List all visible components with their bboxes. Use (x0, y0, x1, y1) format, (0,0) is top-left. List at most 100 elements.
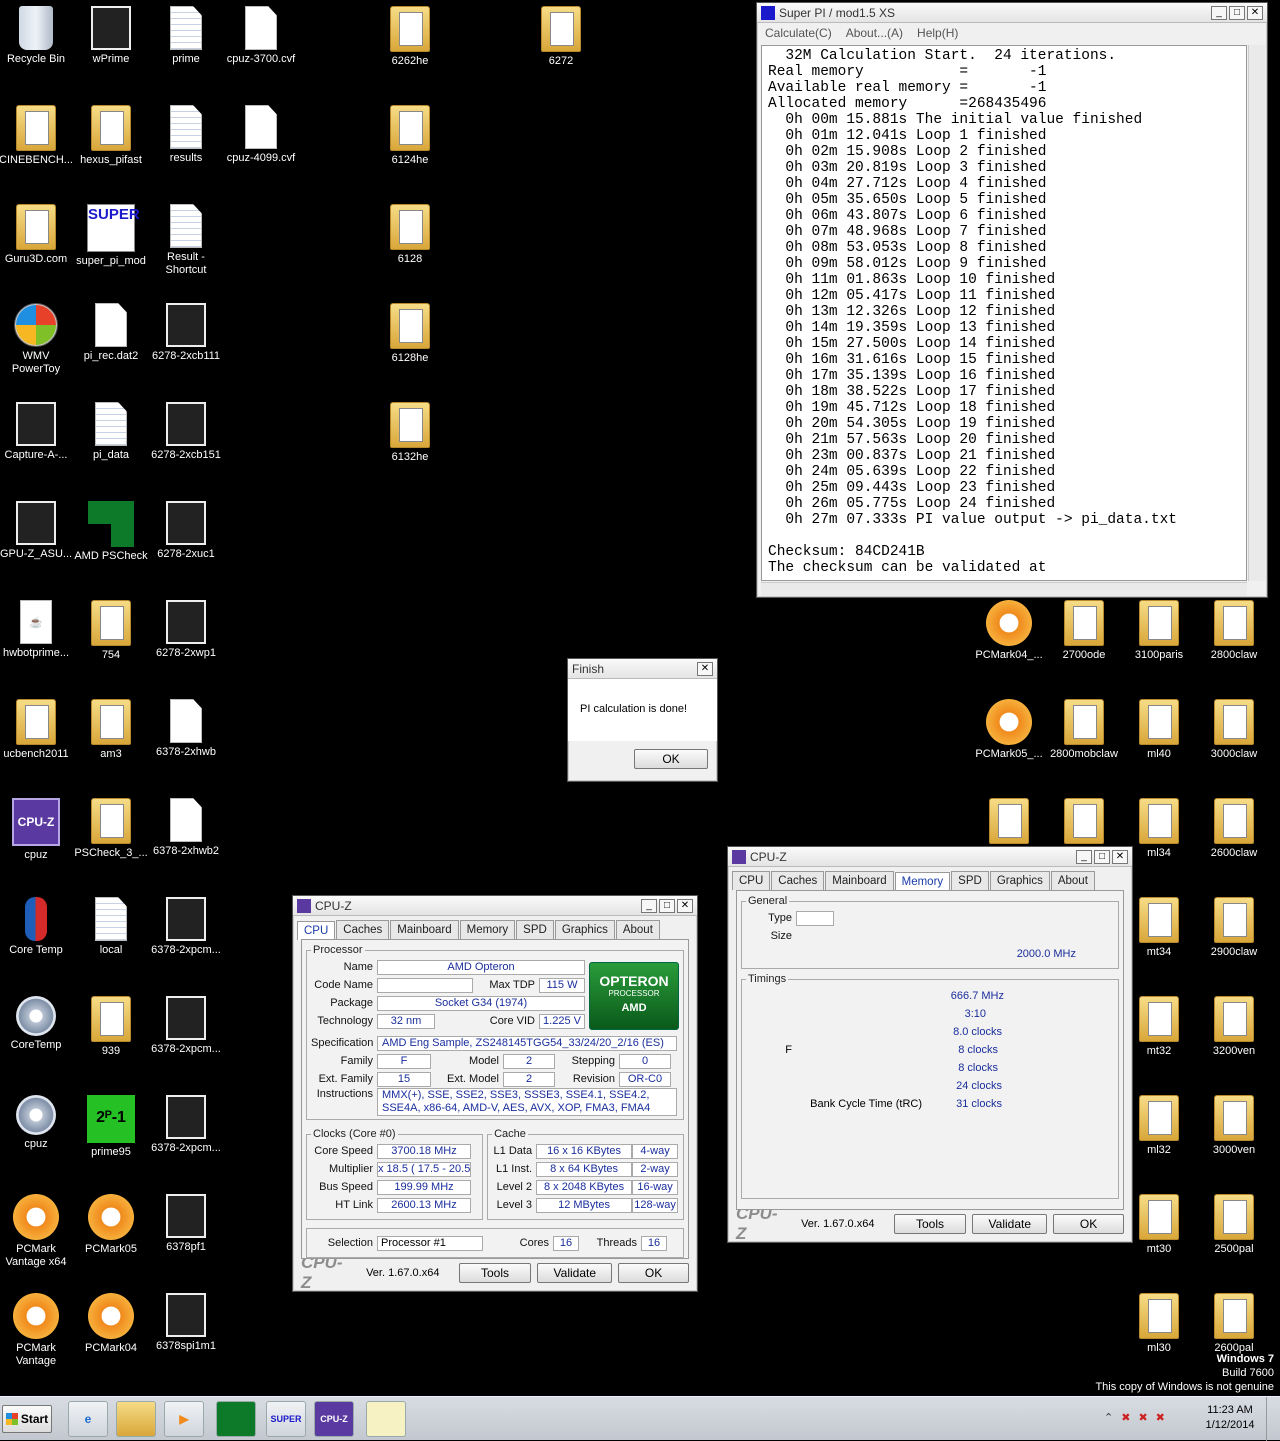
close-icon[interactable]: ✕ (677, 898, 693, 913)
desktop-icon[interactable]: 6278-2xwp1 (148, 594, 224, 660)
desktop-icon[interactable]: Core Temp (0, 891, 74, 957)
tab-graphics[interactable]: Graphics (989, 871, 1050, 890)
show-desktop-button[interactable] (1266, 1397, 1280, 1441)
network-icon[interactable]: ✖ (1138, 1411, 1147, 1424)
volume-icon[interactable]: ✖ (1156, 1411, 1165, 1424)
cpuz-icon[interactable]: CPU-Z (314, 1401, 354, 1437)
superpi-window[interactable]: Super PI / mod1.5 XS _ □ ✕ Calculate(C) Ab… (756, 2, 1268, 598)
desktop-icon[interactable]: PCMark Vantage x64 (0, 1188, 74, 1269)
desktop-icon[interactable]: 6378pf1 (148, 1188, 224, 1254)
desktop-icon[interactable]: ml30 (1121, 1287, 1197, 1355)
desktop-icon[interactable]: PCMark04 (73, 1287, 149, 1355)
desktop-icon[interactable]: am3 (73, 693, 149, 761)
close-icon[interactable]: ✕ (1247, 5, 1263, 20)
tab-cpu[interactable]: CPU (732, 871, 771, 890)
tab-about[interactable]: About (615, 920, 660, 939)
desktop-icon[interactable]: CPU-Z cpuz (0, 792, 74, 862)
tab-about[interactable]: About (1050, 871, 1095, 890)
desktop-icon[interactable]: cpuz-3700.cvf (223, 0, 299, 66)
minimize-icon[interactable]: _ (641, 898, 657, 913)
close-icon[interactable]: ✕ (697, 661, 713, 676)
tab-caches[interactable]: Caches (771, 871, 825, 890)
validate-button[interactable]: Validate (537, 1263, 613, 1283)
start-button[interactable]: Start (2, 1405, 52, 1433)
desktop-icon[interactable]: GPU-Z_ASU... (0, 495, 74, 561)
close-icon[interactable]: ✕ (1112, 849, 1128, 864)
maximize-icon[interactable]: □ (1094, 849, 1110, 864)
superpi-titlebar[interactable]: Super PI / mod1.5 XS _ □ ✕ (757, 3, 1267, 23)
desktop-icon[interactable]: local (73, 891, 149, 957)
menu-about[interactable]: About...(A) (846, 26, 903, 40)
maximize-icon[interactable]: □ (1229, 5, 1245, 20)
desktop-icon[interactable]: Result - Shortcut (148, 198, 224, 277)
tab-memory[interactable]: Memory (459, 920, 516, 939)
validate-button[interactable]: Validate (972, 1214, 1048, 1234)
desktop-icon[interactable]: 6272 (523, 0, 599, 68)
desktop-icon[interactable]: 3100paris (1121, 594, 1197, 662)
desktop-icon[interactable]: 3000ven (1196, 1089, 1272, 1157)
super-pi-icon[interactable]: SUPER (266, 1401, 306, 1437)
tab-mainboard[interactable]: Mainboard (390, 920, 459, 939)
media-player-icon[interactable]: ▶ (164, 1401, 204, 1437)
desktop-icon[interactable]: wPrime (73, 0, 149, 66)
desktop-icon[interactable]: ml40 (1121, 693, 1197, 761)
desktop-icon[interactable]: 6278-2xcb111 (148, 297, 224, 363)
desktop-icon[interactable]: Capture-A-... (0, 396, 74, 462)
desktop-icon[interactable]: cpuz-4099.cvf (223, 99, 299, 165)
desktop-icon[interactable] (1046, 792, 1122, 847)
desktop-icon[interactable]: 6128he (372, 297, 448, 365)
desktop-icon[interactable]: PSCheck_3_... (73, 792, 149, 860)
desktop-icon[interactable]: 2600claw (1196, 792, 1272, 860)
menu-calculate[interactable]: Calculate(C) (765, 26, 832, 40)
tab-caches[interactable]: Caches (336, 920, 390, 939)
tab-spd[interactable]: SPD (516, 920, 554, 939)
desktop-icon[interactable] (971, 792, 1047, 847)
desktop-icon[interactable]: 2800claw (1196, 594, 1272, 662)
desktop-icon[interactable]: pi_data (73, 396, 149, 462)
desktop-icon[interactable]: pi_rec.dat2 (73, 297, 149, 363)
desktop-icon[interactable]: prime (148, 0, 224, 66)
desktop-icon[interactable]: 2600pal (1196, 1287, 1272, 1355)
desktop-icon[interactable]: 2ᴾ-1 prime95 (73, 1089, 149, 1159)
desktop-icon[interactable]: Guru3D.com (0, 198, 74, 266)
tab-cpu[interactable]: CPU (297, 921, 336, 940)
capture-icon[interactable] (366, 1401, 406, 1437)
horizontal-scrollbar[interactable] (761, 582, 1247, 596)
desktop-icon[interactable]: 3200ven (1196, 990, 1272, 1058)
ok-button[interactable]: OK (1053, 1214, 1124, 1234)
desktop-icon[interactable]: PCMark04_... (971, 594, 1047, 662)
desktop-icon[interactable]: Recycle Bin (0, 0, 74, 66)
ok-button[interactable]: OK (618, 1263, 689, 1283)
processor-select[interactable]: Processor #1 (377, 1235, 483, 1251)
vertical-scrollbar[interactable] (1248, 45, 1265, 581)
desktop-icon[interactable]: 6124he (372, 99, 448, 167)
finish-dialog[interactable]: Finish ✕ PI calculation is done! OK (567, 658, 718, 782)
ie-icon[interactable]: e (68, 1401, 108, 1437)
desktop-icon[interactable]: cpuz (0, 1089, 74, 1151)
menu-help[interactable]: Help(H) (917, 26, 958, 40)
cpuz-memory-window[interactable]: CPU-Z _ □ ✕ CPU Caches Mainboard Memory SPD Grap… (727, 846, 1133, 1243)
desktop-icon[interactable]: 6378-2xpcm... (148, 990, 224, 1056)
desktop-icon[interactable]: 6262he (372, 0, 448, 68)
tab-graphics[interactable]: Graphics (554, 920, 615, 939)
desktop-icon[interactable]: CINEBENCH... (0, 99, 74, 167)
desktop-icon[interactable]: 6378spi1m1 (148, 1287, 224, 1353)
action-center-icon[interactable]: ✖ (1121, 1411, 1130, 1424)
desktop-icon[interactable]: ☕ hwbotprime... (0, 594, 74, 660)
desktop-icon[interactable]: 6278-2xuc1 (148, 495, 224, 561)
desktop-icon[interactable]: 939 (73, 990, 149, 1058)
desktop-icon[interactable]: PCMark05 (73, 1188, 149, 1256)
desktop-icon[interactable]: 2800mobclaw (1046, 693, 1122, 761)
tab-mainboard[interactable]: Mainboard (825, 871, 894, 890)
desktop-icon[interactable]: AMD PSCheck (73, 495, 149, 563)
desktop-icon[interactable]: PCMark05_... (971, 693, 1047, 761)
explorer-icon[interactable] (116, 1401, 156, 1437)
desktop-icon[interactable]: 6378-2xhwb (148, 693, 224, 759)
desktop-icon[interactable]: 6128 (372, 198, 448, 266)
desktop-icon[interactable]: WMV PowerToy (0, 297, 74, 376)
minimize-icon[interactable]: _ (1211, 5, 1227, 20)
desktop-icon[interactable]: SUPER super_pi_mod (73, 198, 149, 268)
desktop-icon[interactable]: 6378-2xpcm... (148, 891, 224, 957)
desktop-icon[interactable]: 2700ode (1046, 594, 1122, 662)
cpuz-cpu-window[interactable]: CPU-Z _ □ ✕ CPU Caches Mainboard Memory SPD Grap… (292, 895, 698, 1292)
